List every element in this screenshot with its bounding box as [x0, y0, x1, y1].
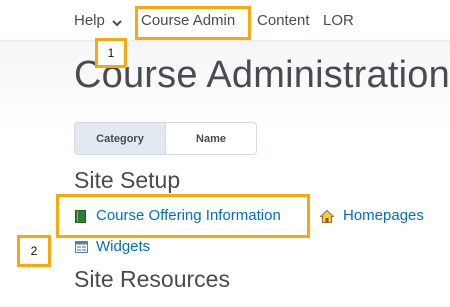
nav-item-content[interactable]: Content [257, 12, 310, 29]
callout-badge-2: 2 [17, 235, 51, 267]
highlight-box-course-offering-information [56, 194, 310, 238]
toggle-name-button[interactable]: Name [166, 123, 256, 154]
nav-item-help[interactable]: Help [74, 12, 105, 29]
home-icon [320, 210, 334, 223]
section-title-site-setup: Site Setup [74, 167, 181, 193]
nav-item-lor[interactable]: LOR [323, 12, 354, 29]
tool-link-widgets[interactable]: Widgets [96, 238, 150, 255]
view-toggle: Category Name [74, 122, 257, 155]
toggle-category-button[interactable]: Category [75, 123, 166, 154]
tool-link-homepages[interactable]: Homepages [343, 207, 424, 224]
widgets-icon [75, 241, 88, 253]
chevron-down-icon[interactable] [112, 19, 122, 27]
page-title: Course Administration [74, 54, 450, 96]
highlight-box-course-admin [135, 6, 251, 40]
callout-badge-1: 1 [95, 38, 127, 68]
section-title-site-resources: Site Resources [74, 266, 230, 292]
